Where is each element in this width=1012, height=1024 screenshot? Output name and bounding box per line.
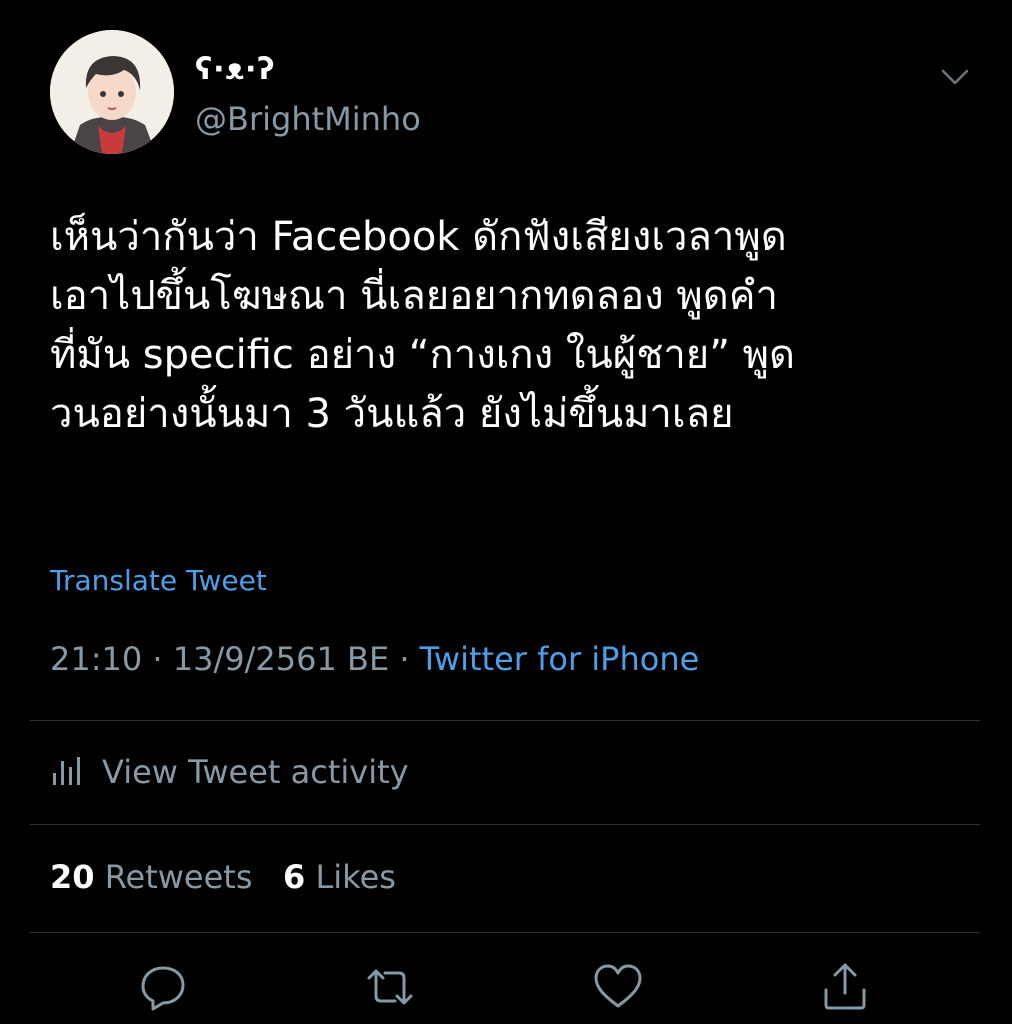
reply-icon[interactable] xyxy=(136,960,190,1014)
likes-stat[interactable]: 6 Likes xyxy=(283,858,396,896)
heart-icon[interactable] xyxy=(591,960,645,1014)
retweets-count: 20 xyxy=(50,858,95,896)
view-tweet-activity-label: View Tweet activity xyxy=(102,753,409,791)
share-icon[interactable] xyxy=(818,960,872,1014)
translate-tweet-link[interactable]: Translate Tweet xyxy=(50,564,267,597)
view-tweet-activity-button[interactable]: View Tweet activity xyxy=(50,752,409,792)
tweet-text: เห็นว่ากันว่า Facebook ดักฟังเสียงเวลาพู… xyxy=(50,214,796,437)
divider xyxy=(30,932,980,933)
tweet-stats: 20 Retweets 6 Likes xyxy=(50,858,396,896)
avatar[interactable] xyxy=(50,30,174,154)
divider xyxy=(30,824,980,825)
tweet-header: ʕ·ᴥ·ʔ @BrightMinho xyxy=(50,30,980,155)
bar-chart-icon xyxy=(50,753,80,791)
likes-label: Likes xyxy=(315,858,396,896)
tweet-time: 21:10 xyxy=(50,640,143,678)
divider xyxy=(30,720,980,721)
retweets-stat[interactable]: 20 Retweets xyxy=(50,858,253,896)
tweet-source-link[interactable]: Twitter for iPhone xyxy=(420,640,700,678)
meta-separator: · xyxy=(142,640,173,678)
likes-count: 6 xyxy=(283,858,306,896)
user-handle[interactable]: @BrightMinho xyxy=(195,100,421,138)
meta-separator: · xyxy=(389,640,420,678)
retweet-icon[interactable] xyxy=(363,960,417,1014)
tweet-metadata: 21:10 · 13/9/2561 BE · Twitter for iPhon… xyxy=(50,640,699,678)
retweets-label: Retweets xyxy=(104,858,253,896)
display-name[interactable]: ʕ·ᴥ·ʔ xyxy=(195,52,276,87)
avatar-drawing xyxy=(50,30,174,154)
chevron-down-icon[interactable] xyxy=(938,60,972,94)
tweet-date: 13/9/2561 BE xyxy=(172,640,390,678)
tweet-actions xyxy=(0,960,1012,1016)
